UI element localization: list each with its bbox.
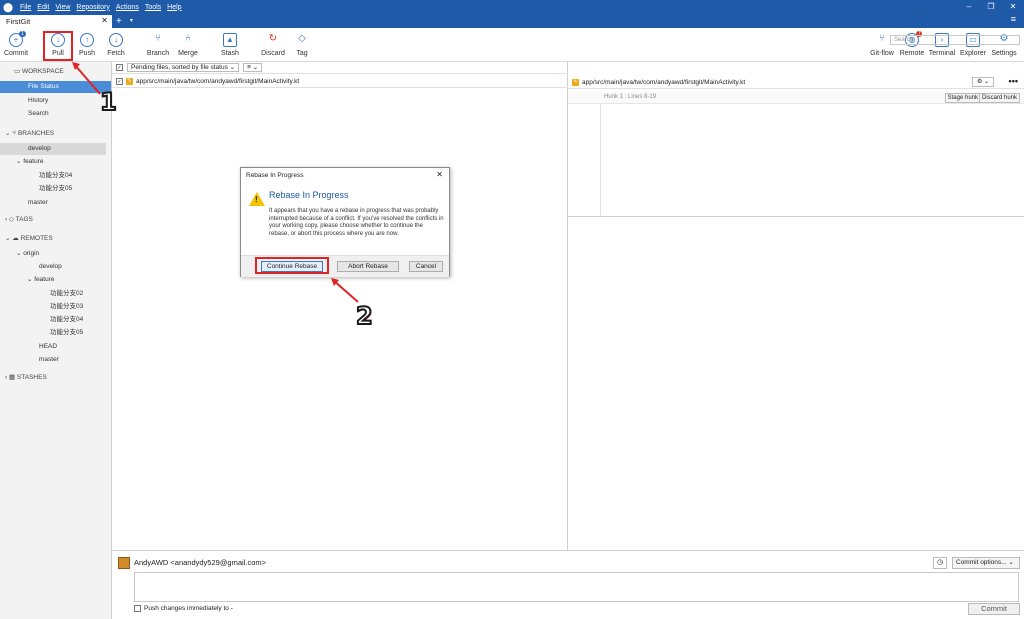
annotation-number-2: 2 — [355, 301, 374, 331]
arrow-to-pull — [73, 63, 101, 95]
arrow-to-continue — [332, 279, 359, 303]
annotation-arrows — [72, 62, 359, 303]
annotation-number-1: 1 — [99, 87, 118, 117]
